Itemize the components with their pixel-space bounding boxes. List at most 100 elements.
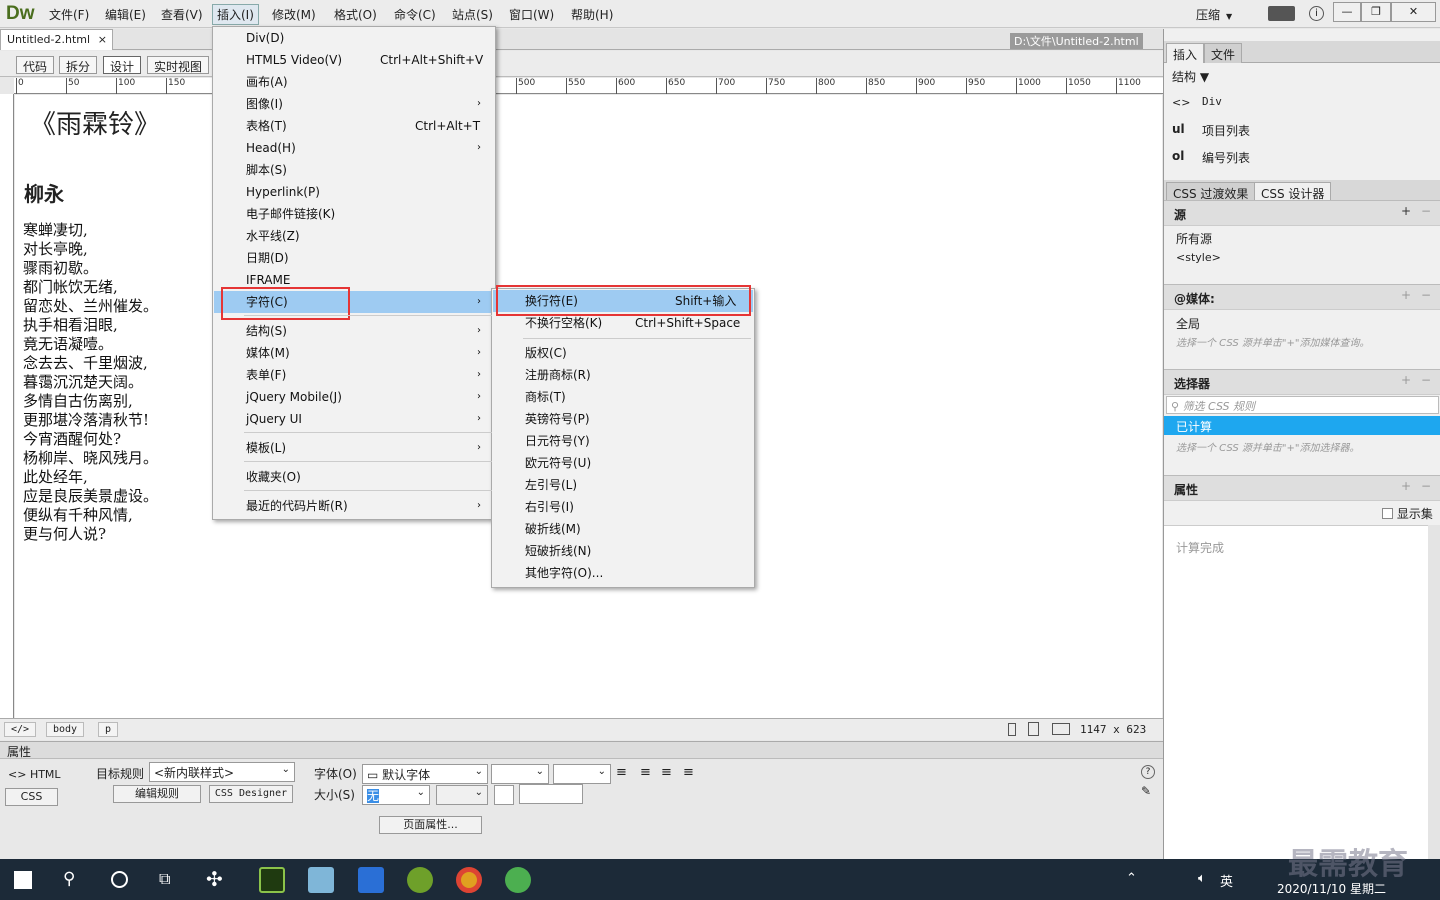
chevron-up-icon[interactable]: ⌃ (1126, 871, 1137, 886)
workspace-switcher[interactable]: 压缩 ▼ (1196, 6, 1232, 23)
char-item-right-quote[interactable]: 右引号(I) (493, 496, 753, 518)
char-item-registered[interactable]: 注册商标(R) (493, 364, 753, 386)
align-center-icon[interactable]: ≡ (640, 765, 651, 780)
menu-item-template[interactable]: 模板(L) › (214, 437, 494, 459)
char-item-left-quote[interactable]: 左引号(L) (493, 474, 753, 496)
app-taskbar-icon[interactable] (407, 867, 433, 893)
code-nav-button[interactable]: </> (4, 722, 37, 737)
menu-item-structure[interactable]: 结构(S) › (214, 320, 494, 342)
pinwheel-app-icon[interactable]: ✣ (206, 867, 223, 891)
source-all[interactable]: 所有源 (1176, 230, 1212, 247)
menu-item-table[interactable]: 表格(T) Ctrl+Alt+T (214, 115, 494, 137)
close-button[interactable]: ✕ (1391, 2, 1436, 22)
selector-computed[interactable]: 已计算 (1164, 416, 1440, 435)
font-style-select[interactable]: ⌄ (491, 764, 549, 784)
menu-format[interactable]: 格式(O) (334, 6, 377, 23)
chrome-taskbar-icon[interactable] (456, 867, 482, 893)
menu-item-image[interactable]: 图像(I) › (214, 93, 494, 115)
align-left-icon[interactable]: ≡ (616, 765, 627, 780)
tab-files[interactable]: 文件 (1204, 43, 1243, 63)
help-icon[interactable]: ? (1141, 765, 1155, 779)
ime-indicator[interactable]: 英 (1220, 871, 1233, 890)
browser-taskbar-icon[interactable] (505, 867, 531, 893)
menu-item-hyperlink[interactable]: Hyperlink(P) (214, 181, 494, 203)
html-mode-button[interactable]: <> HTML (8, 768, 61, 781)
live-view-button[interactable]: 实时视图 (147, 56, 210, 74)
menu-commands[interactable]: 命令(C) (394, 6, 436, 23)
restore-button[interactable]: ❐ (1361, 2, 1391, 22)
code-view-button[interactable]: 代码 (16, 56, 55, 74)
quick-edit-icon[interactable]: ✎ (1141, 784, 1151, 798)
window-size[interactable]: 1147 x 623 (1080, 723, 1146, 736)
info-icon[interactable]: i (1309, 6, 1324, 21)
task-view-icon[interactable]: ⧉ (159, 869, 170, 889)
menu-view[interactable]: 查看(V) (161, 6, 203, 23)
menu-window[interactable]: 窗口(W) (509, 6, 554, 23)
css-mode-button[interactable]: CSS (5, 788, 58, 806)
align-right-icon[interactable]: ≡ (661, 765, 672, 780)
show-set-checkbox[interactable]: 显示集 (1382, 505, 1433, 522)
target-rule-select[interactable]: <新内联样式> ⌄ (149, 762, 295, 782)
char-item-other[interactable]: 其他字符(O)... (493, 562, 753, 584)
remove-property-icon[interactable]: − (1421, 479, 1431, 493)
char-item-yen[interactable]: 日元符号(Y) (493, 430, 753, 452)
remove-selector-icon[interactable]: − (1421, 373, 1431, 387)
menu-modify[interactable]: 修改(M) (272, 6, 316, 23)
menu-item-iframe[interactable]: IFRAME (214, 269, 494, 291)
minimize-button[interactable]: — (1333, 2, 1361, 22)
menu-item-horizontal-rule[interactable]: 水平线(Z) (214, 225, 494, 247)
remove-source-icon[interactable]: − (1421, 204, 1431, 218)
menu-item-script[interactable]: 脚本(S) (214, 159, 494, 181)
tab-css-transitions[interactable]: CSS 过渡效果 (1166, 182, 1256, 202)
media-global[interactable]: 全局 (1176, 315, 1200, 332)
selector-filter-input[interactable]: ⚲ 筛选 CSS 规则 (1166, 396, 1439, 414)
wps-taskbar-icon[interactable] (358, 867, 384, 893)
menu-item-jquery-mobile[interactable]: jQuery Mobile(J) › (214, 386, 494, 408)
cortana-icon[interactable] (111, 871, 128, 888)
app-taskbar-icon[interactable] (308, 867, 334, 893)
menu-item-head[interactable]: Head(H) › (214, 137, 494, 159)
tag-p[interactable]: p (98, 722, 119, 737)
char-item-line-break[interactable]: 换行符(E) Shift+输入 (493, 290, 753, 312)
menu-item-form[interactable]: 表单(F) › (214, 364, 494, 386)
menu-item-canvas[interactable]: 画布(A) (214, 71, 494, 93)
char-item-euro[interactable]: 欧元符号(U) (493, 452, 753, 474)
remove-media-icon[interactable]: − (1421, 288, 1431, 302)
tab-insert[interactable]: 插入 (1166, 43, 1205, 63)
menu-item-email-link[interactable]: 电子邮件链接(K) (214, 203, 494, 225)
page-properties-button[interactable]: 页面属性... (379, 816, 482, 834)
mobile-size-icon[interactable] (1008, 723, 1016, 736)
size-unit-select[interactable]: ⌄ (436, 785, 488, 805)
menu-item-date[interactable]: 日期(D) (214, 247, 494, 269)
source-style[interactable]: <style> (1176, 251, 1221, 264)
menu-site[interactable]: 站点(S) (452, 6, 493, 23)
insert-ul[interactable]: 项目列表 (1202, 122, 1250, 139)
add-property-icon[interactable]: + (1401, 479, 1411, 493)
add-media-icon[interactable]: + (1401, 288, 1411, 302)
menu-file[interactable]: 文件(F) (49, 6, 89, 23)
menu-item-media[interactable]: 媒体(M) › (214, 342, 494, 364)
char-item-trademark[interactable]: 商标(T) (493, 386, 753, 408)
tag-body[interactable]: body (46, 722, 85, 737)
char-item-em-dash[interactable]: 破折线(M) (493, 518, 753, 540)
gear-icon[interactable] (1268, 6, 1295, 21)
windows-start-icon[interactable] (14, 871, 32, 889)
search-icon[interactable]: ⚲ (63, 869, 75, 889)
desktop-size-icon[interactable] (1052, 723, 1070, 735)
menu-item-favorites[interactable]: 收藏夹(O) (214, 466, 494, 488)
font-weight-select[interactable]: ⌄ (553, 764, 611, 784)
tablet-size-icon[interactable] (1028, 722, 1039, 736)
font-select[interactable]: ▭ 默认字体 ⌄ (362, 764, 488, 784)
char-item-pound[interactable]: 英镑符号(P) (493, 408, 753, 430)
color-input[interactable] (519, 784, 583, 804)
menu-item-characters[interactable]: 字符(C) › (214, 291, 494, 313)
edit-rule-button[interactable]: 编辑规则 (113, 785, 201, 803)
properties-scrollbar[interactable] (1428, 525, 1440, 859)
insert-category-select[interactable]: 结构 ▼ (1172, 68, 1209, 85)
add-source-icon[interactable]: + (1401, 204, 1411, 218)
close-icon[interactable]: × (98, 33, 107, 46)
volume-icon[interactable]: 🔈︎ (1198, 871, 1206, 886)
design-view-button[interactable]: 设计 (103, 56, 142, 74)
char-item-copyright[interactable]: 版权(C) (493, 342, 753, 364)
char-item-en-dash[interactable]: 短破折线(N) (493, 540, 753, 562)
